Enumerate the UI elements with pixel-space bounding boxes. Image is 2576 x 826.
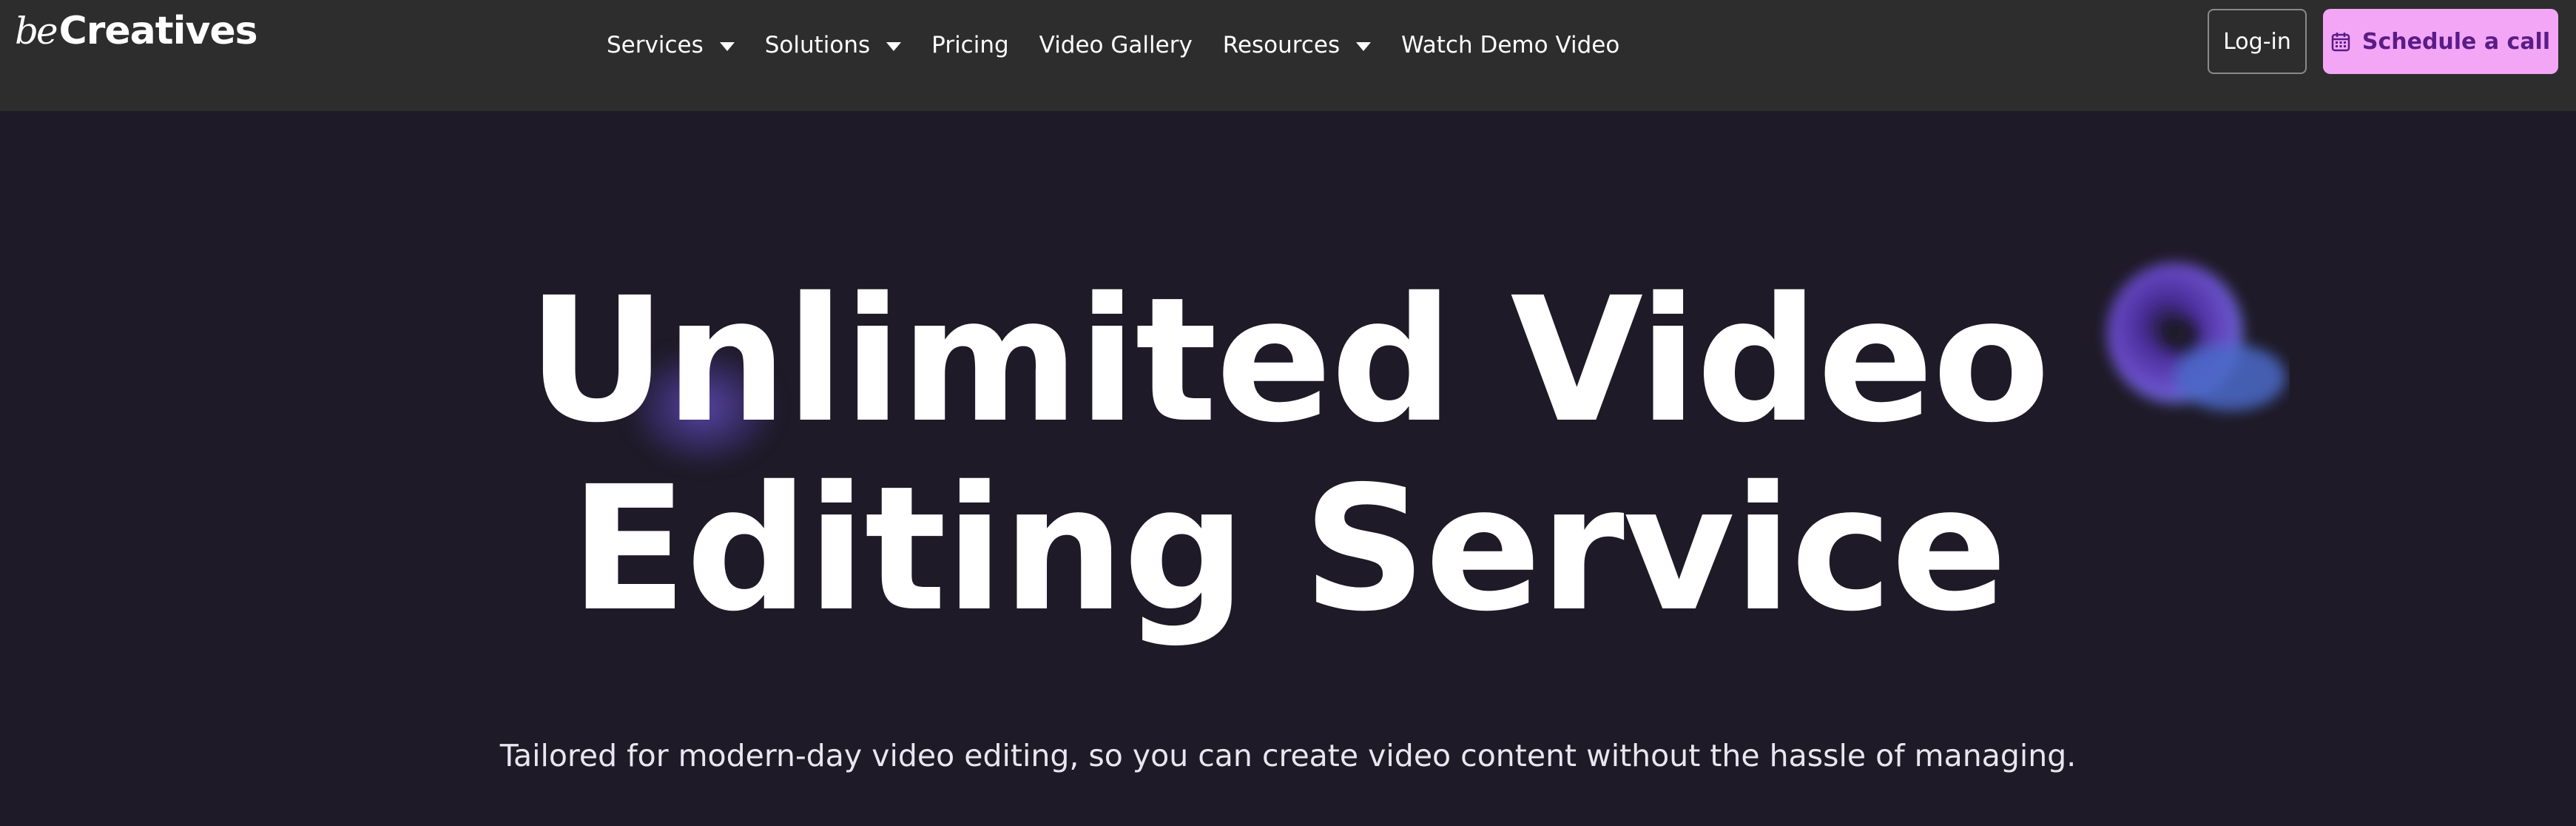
schedule-call-button[interactable]: Schedule a call [2323, 9, 2558, 74]
nav-item-label: Solutions [764, 32, 871, 58]
nav-item-label: Watch Demo Video [1401, 32, 1620, 58]
schedule-call-label: Schedule a call [2361, 28, 2551, 55]
nav-item-resources[interactable]: Resources [1222, 32, 1372, 58]
caret-down-icon [1356, 42, 1372, 51]
caret-down-icon [886, 42, 902, 51]
nav-item-label: Pricing [931, 32, 1009, 58]
logo-name: Creatives [58, 9, 258, 53]
caret-down-icon [719, 42, 735, 51]
nav-item-pricing[interactable]: Pricing [931, 32, 1009, 58]
nav-item-label: Video Gallery [1039, 32, 1193, 58]
nav-item-video-gallery[interactable]: Video Gallery [1039, 32, 1193, 58]
hero-title-line1: Unlimited Video [527, 261, 2051, 460]
nav-item-watch-demo-video[interactable]: Watch Demo Video [1401, 32, 1619, 58]
hero-title-line2: Editing Service [570, 449, 2008, 649]
login-button[interactable]: Log-in [2208, 9, 2307, 74]
logo-prefix: be [15, 10, 58, 53]
becreatives-logo[interactable]: be Creatives [15, 9, 258, 68]
nav-item-solutions[interactable]: Solutions [764, 32, 902, 58]
nav-item-label: Resources [1222, 32, 1341, 58]
hero-subtitle: Tailored for modern-day video editing, s… [499, 738, 2077, 773]
nav-item-label: Services [607, 32, 704, 58]
login-button-label: Log-in [2223, 28, 2291, 55]
main-nav: Services Solutions Pricing Video Gallery… [607, 27, 1650, 64]
calendar-icon [2331, 31, 2350, 52]
hero-title: Unlimited Video Editing Service [0, 266, 2576, 644]
top-navbar: be Creatives Services Solutions Pricing … [0, 0, 2576, 111]
nav-item-services[interactable]: Services [607, 32, 735, 58]
